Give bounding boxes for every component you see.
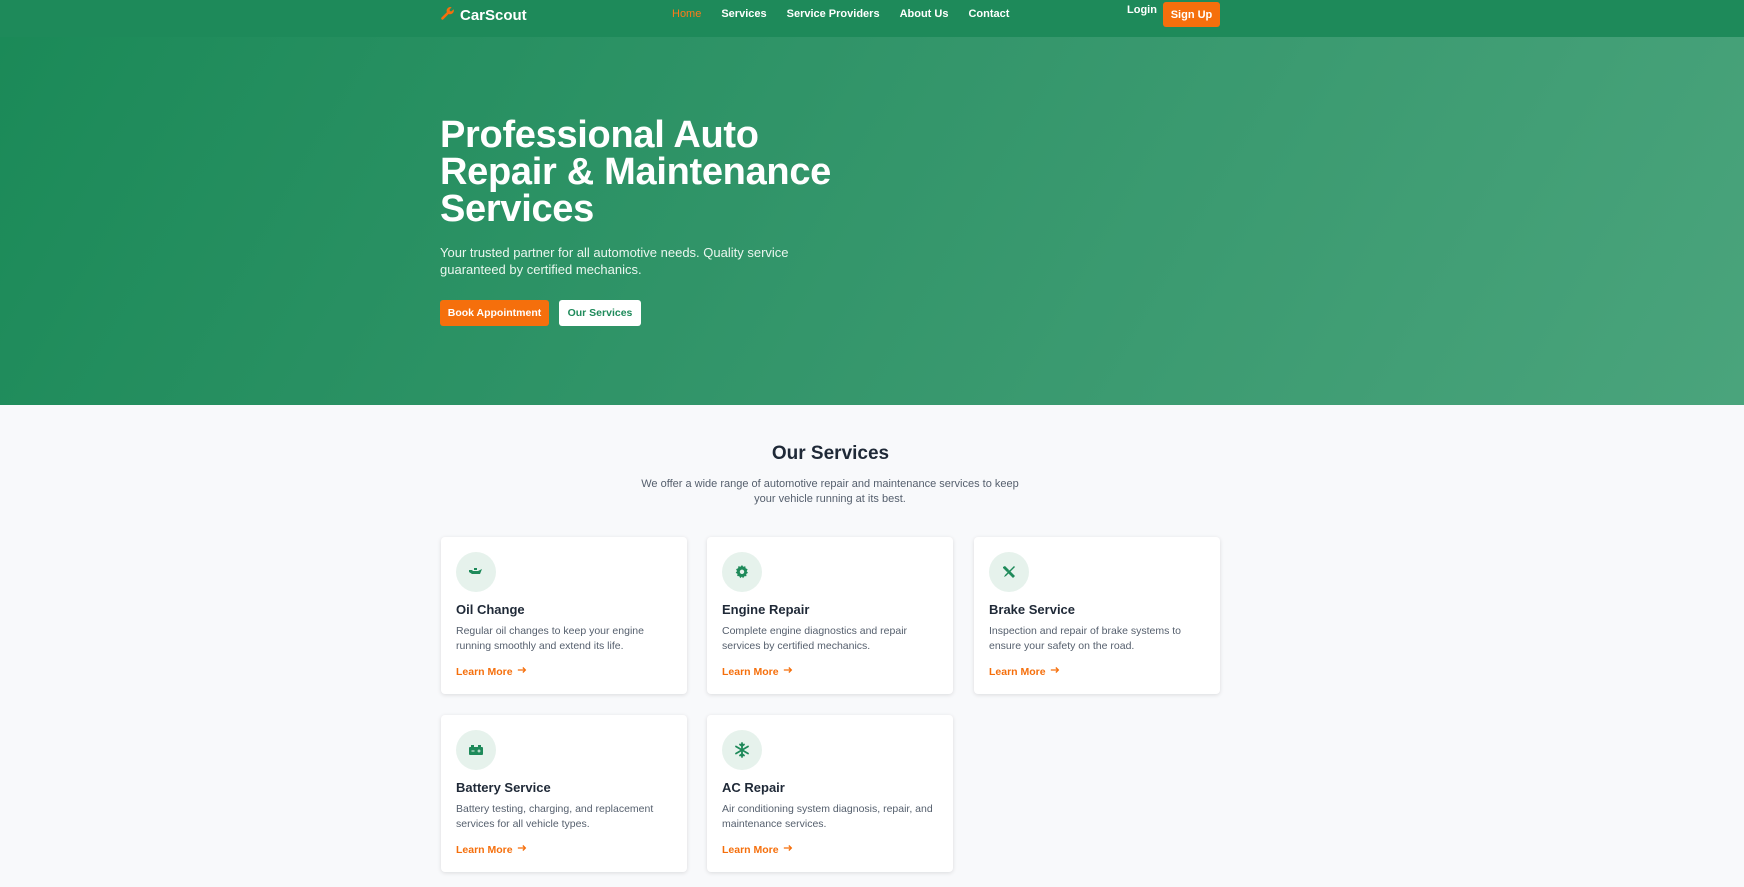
wrench-icon <box>440 6 455 25</box>
oil-can-icon <box>456 552 496 592</box>
learn-more-label: Learn More <box>722 843 779 856</box>
service-description: Inspection and repair of brake systems t… <box>989 625 1182 652</box>
hero-subtitle: Your trusted partner for all automotive … <box>440 245 789 277</box>
learn-more-label: Learn More <box>456 665 513 678</box>
nav-links: Home Services Service Providers About Us… <box>672 8 1029 20</box>
arrow-right-icon <box>1050 665 1060 678</box>
our-services-button[interactable]: Our Services <box>559 300 641 326</box>
nav-home[interactable]: Home <box>672 8 701 20</box>
login-link[interactable]: Login <box>1127 4 1157 16</box>
nav-service-providers[interactable]: Service Providers <box>787 8 880 20</box>
service-card-battery-service: Battery Service Battery testing, chargin… <box>441 715 687 872</box>
nav-services[interactable]: Services <box>721 8 766 20</box>
hero-section: Professional Auto Repair & Maintenance S… <box>0 37 1744 405</box>
arrow-right-icon <box>517 843 527 856</box>
learn-more-link[interactable]: Learn More <box>722 843 793 856</box>
service-description: Air conditioning system diagnosis, repai… <box>722 803 933 830</box>
brand-name: CarScout <box>460 7 527 24</box>
signup-button[interactable]: Sign Up <box>1163 2 1220 27</box>
arrow-right-icon <box>783 665 793 678</box>
snowflake-icon <box>722 730 762 770</box>
service-title: Engine Repair <box>722 602 810 617</box>
hero-title: Professional Auto Repair & Maintenance S… <box>440 114 831 230</box>
learn-more-label: Learn More <box>989 665 1046 678</box>
service-title: Oil Change <box>456 602 525 617</box>
learn-more-link[interactable]: Learn More <box>456 665 527 678</box>
service-description: Complete engine diagnostics and repair s… <box>722 625 908 652</box>
book-appointment-button[interactable]: Book Appointment <box>440 300 549 326</box>
nav-about-us[interactable]: About Us <box>900 8 949 20</box>
arrow-right-icon <box>783 843 793 856</box>
service-title: Brake Service <box>989 602 1076 617</box>
arrow-right-icon <box>517 665 527 678</box>
service-description: Regular oil changes to keep your engine … <box>456 625 644 652</box>
learn-more-label: Learn More <box>456 843 513 856</box>
service-card-engine-repair: Engine Repair Complete engine diagnostic… <box>707 537 953 694</box>
navbar: CarScout Home Services Service Providers… <box>0 0 1744 37</box>
service-card-oil-change: Oil Change Regular oil changes to keep y… <box>441 537 687 694</box>
service-card-ac-repair: AC Repair Air conditioning system diagno… <box>707 715 953 872</box>
nav-contact[interactable]: Contact <box>968 8 1009 20</box>
learn-more-link[interactable]: Learn More <box>722 665 793 678</box>
service-card-brake-service: Brake Service Inspection and repair of b… <box>974 537 1220 694</box>
learn-more-link[interactable]: Learn More <box>989 665 1060 678</box>
learn-more-label: Learn More <box>722 665 779 678</box>
gear-icon <box>722 552 762 592</box>
brand-logo[interactable]: CarScout <box>440 6 527 25</box>
learn-more-link[interactable]: Learn More <box>456 843 527 856</box>
tools-icon <box>989 552 1029 592</box>
battery-icon <box>456 730 496 770</box>
service-title: AC Repair <box>722 780 785 795</box>
services-title: Our Services <box>771 443 890 464</box>
service-title: Battery Service <box>456 780 551 795</box>
services-description: We offer a wide range of automotive repa… <box>641 478 1019 505</box>
service-description: Battery testing, charging, and replaceme… <box>456 803 654 830</box>
